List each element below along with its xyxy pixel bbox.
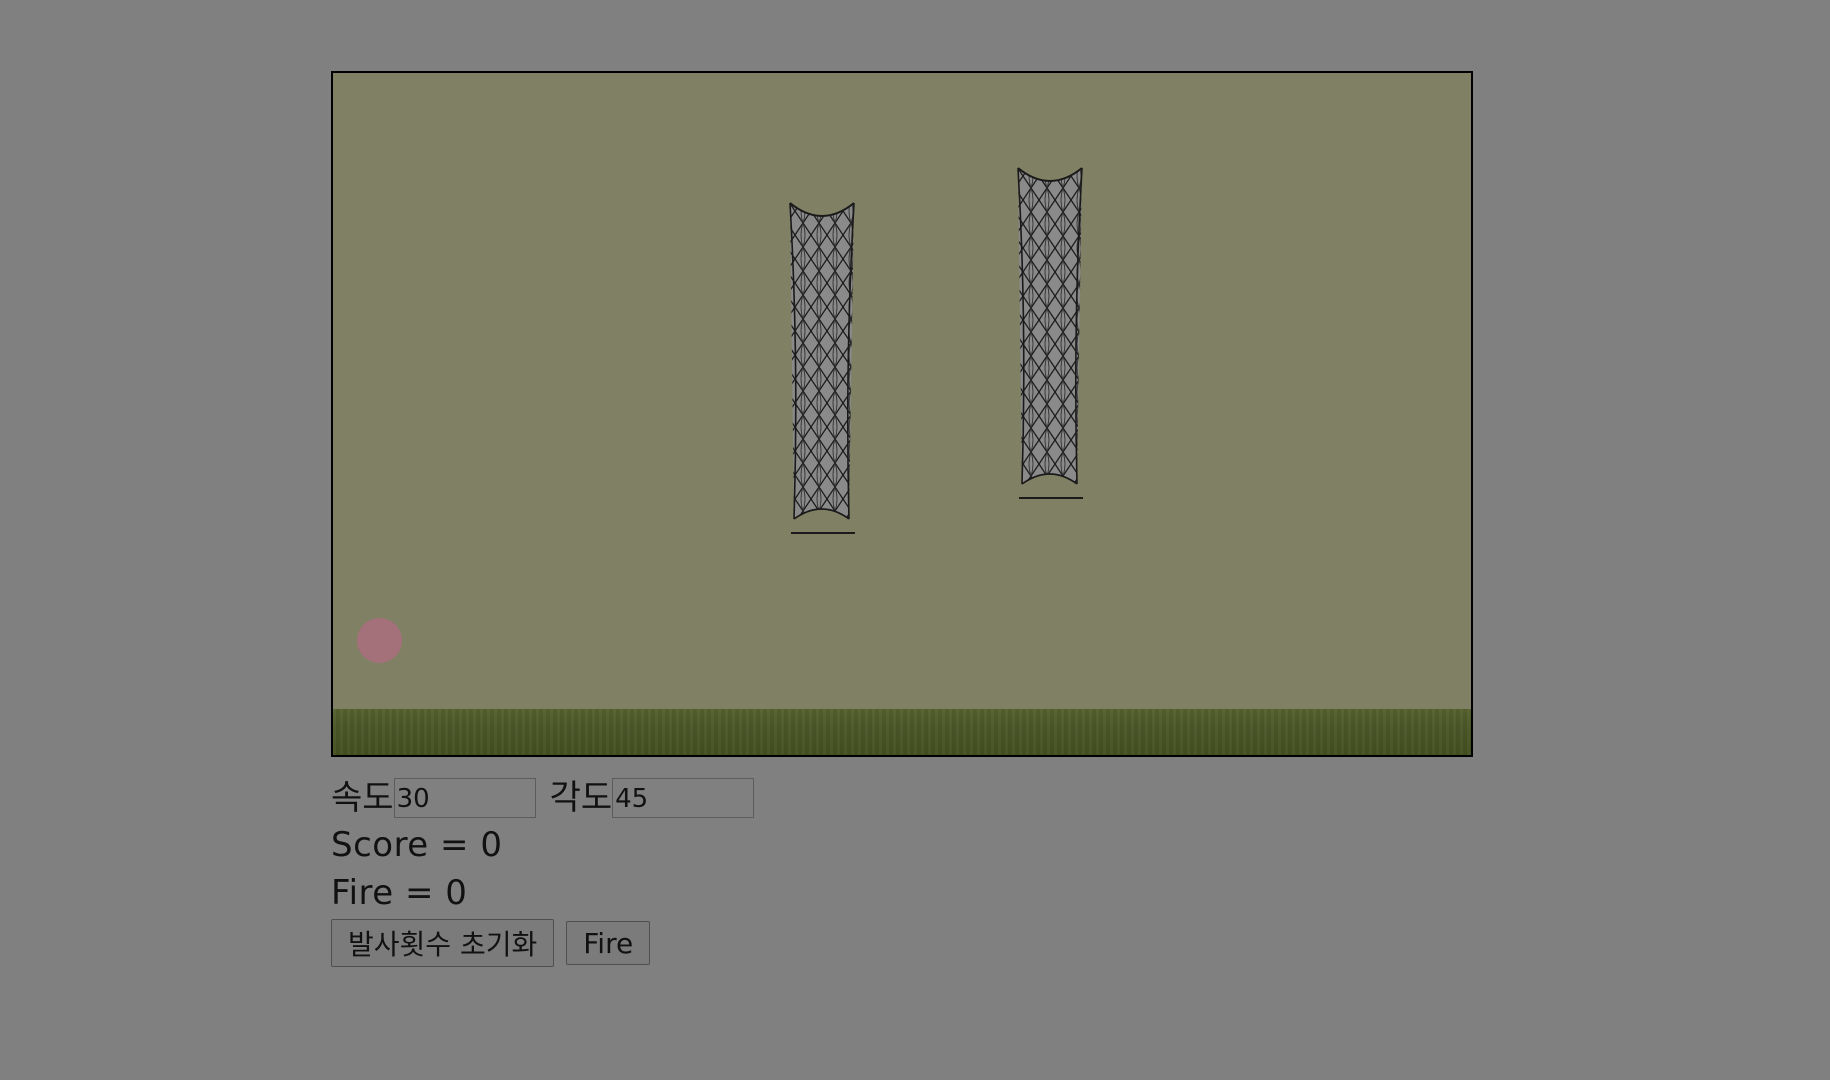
basketball-net-left — [787, 199, 857, 539]
reset-fire-count-button[interactable]: 발사횟수 초기화 — [331, 919, 555, 967]
angle-input[interactable] — [612, 778, 755, 818]
fire-button[interactable]: Fire — [566, 921, 651, 965]
game-canvas[interactable] — [331, 71, 1473, 757]
speed-input[interactable] — [393, 778, 536, 818]
button-row: 발사횟수 초기화 Fire — [331, 919, 1473, 967]
angle-label: 각도 — [549, 778, 613, 818]
grass-ground — [333, 709, 1471, 755]
launch-settings-row: 속도 각도 — [331, 775, 1473, 821]
basketball-net-right — [1015, 164, 1085, 504]
score-display: Score = 0 — [331, 825, 503, 865]
control-panel: 속도 각도 Score = 0 Fire = 0 발사횟수 초기화 Fire — [331, 775, 1473, 967]
fire-count-display: Fire = 0 — [331, 873, 468, 913]
speed-label: 속도 — [331, 778, 394, 818]
game-container: 속도 각도 Score = 0 Fire = 0 발사횟수 초기화 Fire — [331, 71, 1473, 967]
ball — [357, 618, 402, 663]
